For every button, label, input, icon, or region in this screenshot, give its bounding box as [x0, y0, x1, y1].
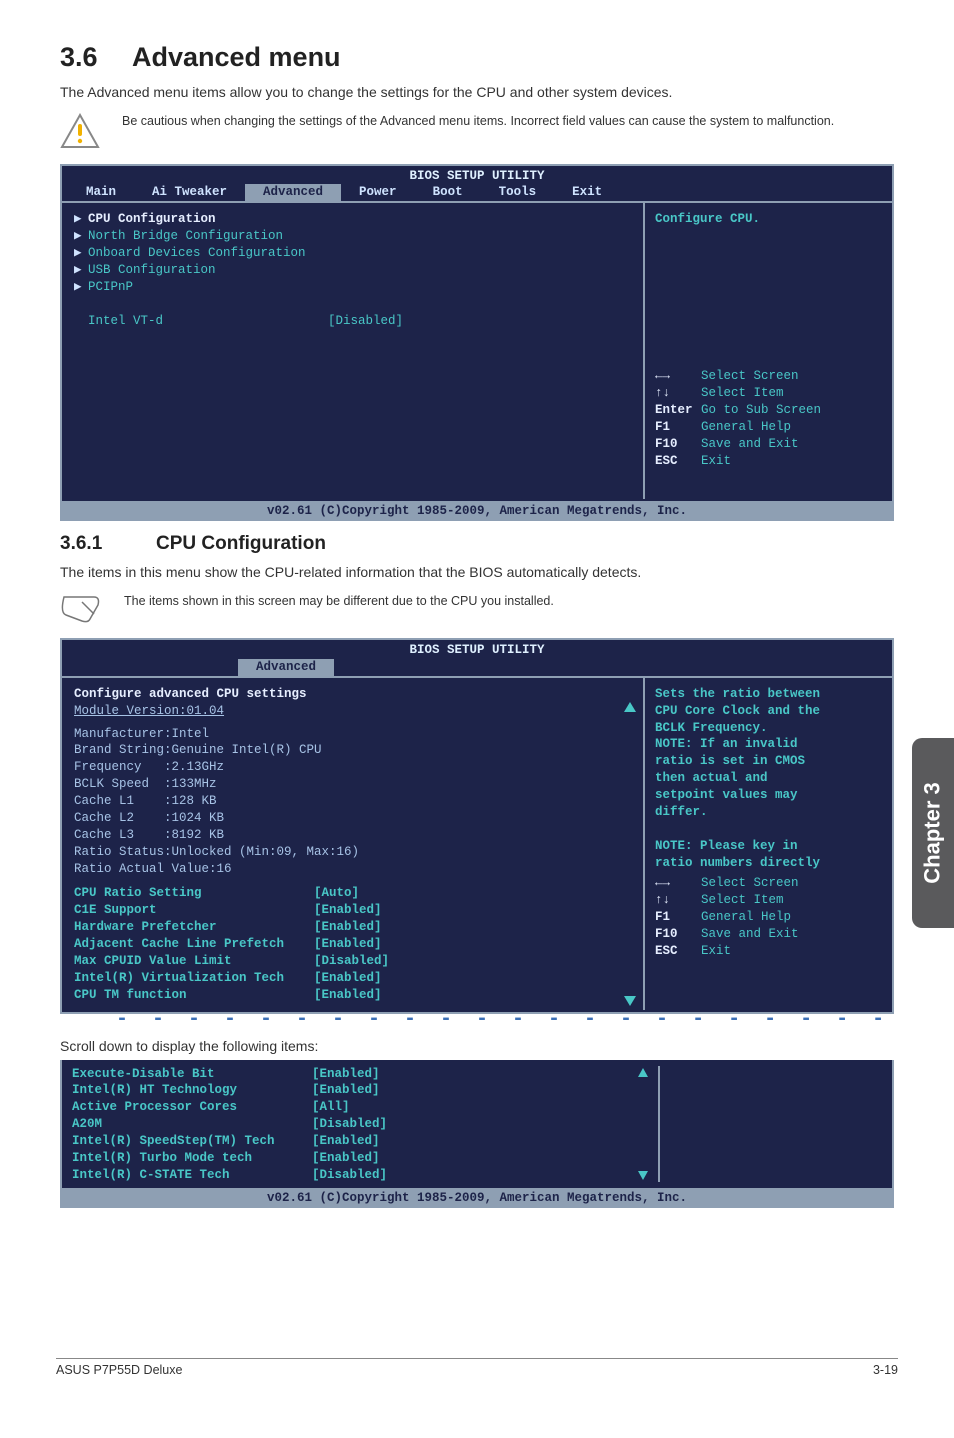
section-title: Advanced menu: [132, 42, 341, 72]
bios-title: BIOS SETUP UTILITY: [62, 166, 892, 185]
opt-label: CPU TM function: [74, 987, 314, 1004]
note-callout: The items shown in this screen may be di…: [60, 593, 894, 628]
info-row: Frequency :2.13GHz: [74, 759, 633, 776]
dash-separator: - - - - - - - - - - - - - - - - - - - - …: [60, 1014, 894, 1026]
opt-label: Intel(R) HT Technology: [72, 1082, 312, 1099]
tab-boot: Boot: [415, 184, 481, 201]
opt-value: [Enabled]: [314, 971, 382, 985]
subsection-heading: 3.6.1CPU Configuration: [60, 533, 894, 555]
tab-exit: Exit: [554, 184, 620, 201]
menu-item: North Bridge Configuration: [88, 229, 283, 243]
scroll-intro: Scroll down to display the following ite…: [60, 1038, 894, 1054]
tab-ai-tweaker: Ai Tweaker: [134, 184, 245, 201]
tab-advanced: Advanced: [245, 184, 341, 201]
chapter-tab: Chapter 3: [912, 738, 954, 928]
opt-label: Active Processor Cores: [72, 1099, 312, 1116]
menu-value: [Disabled]: [328, 314, 403, 328]
opt-value: [Disabled]: [312, 1168, 387, 1182]
opt-label: Intel(R) SpeedStep(TM) Tech: [72, 1133, 312, 1150]
opt-value: [All]: [312, 1100, 350, 1114]
menu-item: Intel VT-d: [88, 313, 328, 330]
opt-label: CPU Ratio Setting: [74, 885, 314, 902]
opt-label: Intel(R) C-STATE Tech: [72, 1167, 312, 1184]
bios-left-pane: ▶CPU Configuration ▶North Bridge Configu…: [64, 203, 645, 499]
scroll-down-icon: [624, 996, 636, 1006]
bios-screen-3: Execute-Disable Bit[Enabled] Intel(R) HT…: [60, 1060, 894, 1190]
menu-item: PCIPnP: [88, 280, 133, 294]
subsection-title: CPU Configuration: [156, 533, 326, 554]
nav-keys: ←→Select Screen ↑↓Select Item EnterGo to…: [655, 368, 880, 469]
tab-advanced: Advanced: [238, 659, 334, 676]
tab-tools: Tools: [481, 184, 555, 201]
tab-power: Power: [341, 184, 415, 201]
opt-label: Intel(R) Turbo Mode tech: [72, 1150, 312, 1167]
opt-label: Max CPUID Value Limit: [74, 953, 314, 970]
bios-tabs: Advanced: [62, 659, 892, 678]
bios-screen-1: BIOS SETUP UTILITY Main Ai Tweaker Advan…: [60, 164, 894, 504]
opt-value: [Disabled]: [312, 1117, 387, 1131]
opt-value: [Enabled]: [312, 1083, 380, 1097]
section-heading: 3.6Advanced menu: [60, 42, 894, 73]
opt-label: C1E Support: [74, 902, 314, 919]
chapter-label: Chapter 3: [920, 782, 946, 883]
opt-label: Intel(R) Virtualization Tech: [74, 970, 314, 987]
cpu-module: Module Version:01.04: [74, 703, 633, 720]
scroll-up-icon: [638, 1068, 648, 1077]
opt-value: [Enabled]: [314, 903, 382, 917]
opt-value: [Disabled]: [314, 954, 389, 968]
bios-right-pane: Configure CPU. ←→Select Screen ↑↓Select …: [645, 203, 890, 499]
opt-value: [Enabled]: [312, 1151, 380, 1165]
cpu-heading: Configure advanced CPU settings: [74, 686, 633, 703]
opt-label: Adjacent Cache Line Prefetch: [74, 936, 314, 953]
scroll-down-icon: [638, 1171, 648, 1180]
warning-icon: [60, 113, 100, 154]
bios-screen-2: BIOS SETUP UTILITY Advanced Configure ad…: [60, 638, 894, 1014]
subsection-number: 3.6.1: [60, 533, 156, 555]
help-text: Sets the ratio between CPU Core Clock an…: [655, 686, 880, 872]
info-row: Cache L3 :8192 KB: [74, 827, 633, 844]
section-number: 3.6: [60, 42, 132, 73]
page-footer: ASUS P7P55D Deluxe 3-19: [56, 1358, 898, 1377]
bios-copyright: v02.61 (C)Copyright 1985-2009, American …: [60, 1190, 894, 1208]
footer-product: ASUS P7P55D Deluxe: [56, 1363, 182, 1377]
menu-item: USB Configuration: [88, 263, 216, 277]
warning-callout: Be cautious when changing the settings o…: [60, 113, 894, 154]
menu-item: CPU Configuration: [88, 212, 216, 226]
bios-right-pane: Sets the ratio between CPU Core Clock an…: [645, 678, 890, 1010]
opt-value: [Enabled]: [312, 1134, 380, 1148]
warning-text: Be cautious when changing the settings o…: [122, 113, 834, 130]
info-row: Cache L2 :1024 KB: [74, 810, 633, 827]
bios-title: BIOS SETUP UTILITY: [62, 640, 892, 659]
info-row: Brand String:Genuine Intel(R) CPU: [74, 742, 633, 759]
opt-label: Hardware Prefetcher: [74, 919, 314, 936]
intro-text: The Advanced menu items allow you to cha…: [60, 83, 894, 103]
nav-keys: ←→Select Screen ↑↓Select Item F1General …: [655, 875, 880, 959]
info-row: BCLK Speed :133MHz: [74, 776, 633, 793]
scroll-indicators: [638, 1068, 648, 1180]
info-row: Ratio Status:Unlocked (Min:09, Max:16): [74, 844, 633, 861]
opt-value: [Auto]: [314, 886, 359, 900]
bios-copyright: v02.61 (C)Copyright 1985-2009, American …: [60, 503, 894, 521]
scroll-up-icon: [624, 702, 636, 712]
note-text: The items shown in this screen may be di…: [124, 593, 554, 610]
opt-value: [Enabled]: [314, 920, 382, 934]
opt-label: A20M: [72, 1116, 312, 1133]
info-row: Manufacturer:Intel: [74, 726, 633, 743]
opt-value: [Enabled]: [314, 937, 382, 951]
tab-main: Main: [68, 184, 134, 201]
footer-page-number: 3-19: [873, 1363, 898, 1377]
note-icon: [60, 593, 102, 628]
opt-value: [Enabled]: [312, 1067, 380, 1081]
scroll-indicators: [624, 702, 636, 1006]
menu-item: Onboard Devices Configuration: [88, 246, 306, 260]
info-row: Cache L1 :128 KB: [74, 793, 633, 810]
subsection-intro: The items in this menu show the CPU-rela…: [60, 563, 894, 583]
help-text: Configure CPU.: [655, 211, 880, 228]
opt-value: [Enabled]: [314, 988, 382, 1002]
bios-left-pane: Configure advanced CPU settings Module V…: [64, 678, 645, 1010]
bios-tabs: Main Ai Tweaker Advanced Power Boot Tool…: [62, 184, 892, 203]
opt-label: Execute-Disable Bit: [72, 1066, 312, 1083]
info-row: Ratio Actual Value:16: [74, 861, 633, 878]
